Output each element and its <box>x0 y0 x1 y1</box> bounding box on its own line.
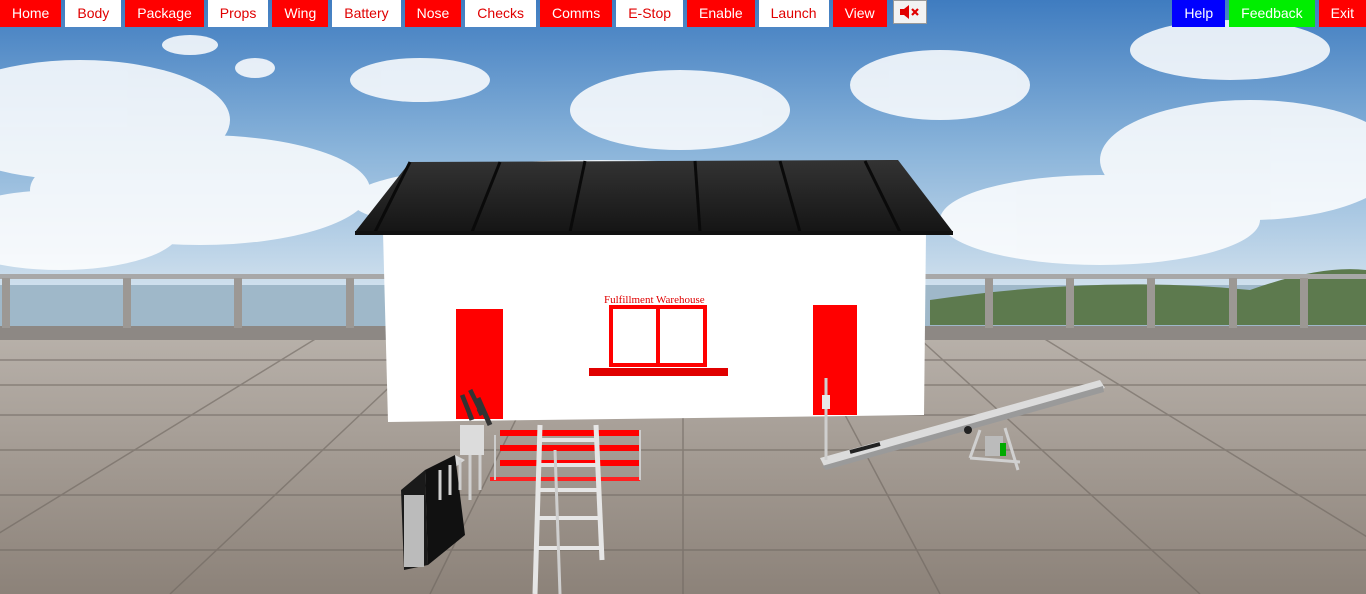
wing-button[interactable]: Wing <box>272 0 329 27</box>
warehouse-sign: Fulfillment Warehouse <box>604 294 705 306</box>
nose-button[interactable]: Nose <box>404 0 462 27</box>
warehouse-roof <box>355 160 953 232</box>
checks-button[interactable]: Checks <box>465 0 536 27</box>
exit-button[interactable]: Exit <box>1318 0 1366 27</box>
feedback-button[interactable]: Feedback <box>1229 0 1315 27</box>
estop-button[interactable]: E-Stop <box>616 0 684 27</box>
main-toolbar: Home Body Package Props Wing Battery Nos… <box>0 0 927 27</box>
secondary-toolbar: Help Feedback Exit <box>1172 0 1366 27</box>
enable-button[interactable]: Enable <box>687 0 755 27</box>
speaker-mute-icon <box>899 5 919 19</box>
warehouse-door-right <box>813 305 857 415</box>
body-button[interactable]: Body <box>65 0 122 27</box>
launch-button[interactable]: Launch <box>758 0 829 27</box>
mute-button[interactable] <box>892 0 927 24</box>
package-button[interactable]: Package <box>125 0 204 27</box>
battery-button[interactable]: Battery <box>332 0 401 27</box>
warehouse-building[interactable] <box>355 160 953 422</box>
help-button[interactable]: Help <box>1172 0 1226 27</box>
comms-button[interactable]: Comms <box>539 0 613 27</box>
props-button[interactable]: Props <box>207 0 269 27</box>
view-button[interactable]: View <box>832 0 887 27</box>
home-button[interactable]: Home <box>0 0 62 27</box>
